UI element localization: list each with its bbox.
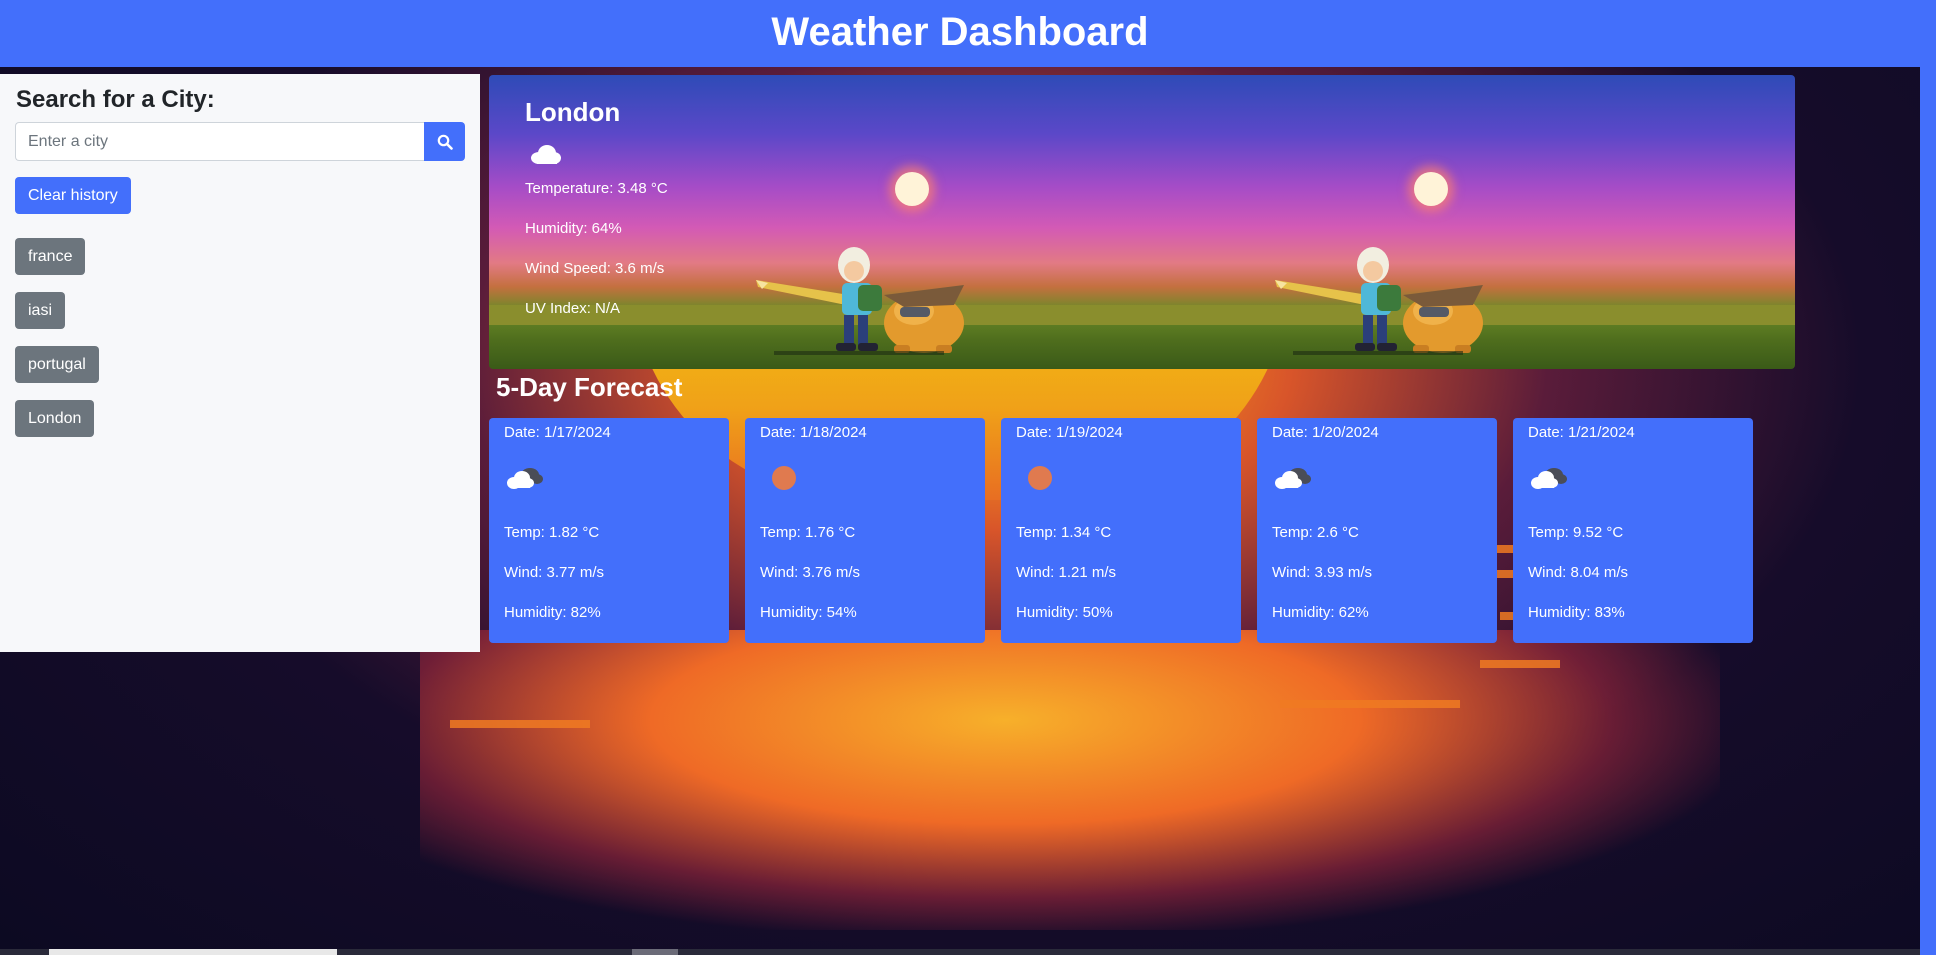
broken-clouds-icon xyxy=(1528,449,1738,507)
current-city-name: London xyxy=(525,97,621,127)
forecast-humidity: Humidity: 83% xyxy=(1528,604,1625,621)
forecast-humidity: Humidity: 62% xyxy=(1272,604,1369,621)
forecast-temp: Temp: 1.76 °C xyxy=(760,524,856,541)
current-weather-card: London Temperature: 3.48 °C Humidity: 64… xyxy=(489,75,1795,369)
history-item-london[interactable]: London xyxy=(15,400,95,437)
current-temperature: Temperature: 3.48 °C xyxy=(525,180,668,197)
forecast-card: Date: 1/21/2024 Temp: 9.52 °C Wind: 8.04… xyxy=(1513,418,1753,643)
forecast-card: Date: 1/17/2024 Temp: 1.82 °C Wind: 3.77… xyxy=(489,418,729,643)
clear-history-button[interactable]: Clear history xyxy=(15,177,131,214)
current-uv-index: UV Index: N/A xyxy=(525,300,621,317)
scrollbar-thumb[interactable] xyxy=(49,949,337,955)
forecast-temp: Temp: 2.6 °C xyxy=(1272,524,1359,541)
forecast-cards: Date: 1/17/2024 Temp: 1.82 °C Wind: 3.77… xyxy=(489,418,1769,643)
forecast-card: Date: 1/20/2024 Temp: 2.6 °C Wind: 3.93 … xyxy=(1257,418,1497,643)
scene-sun-decoration xyxy=(1414,172,1448,206)
forecast-humidity: Humidity: 54% xyxy=(760,604,857,621)
page-header: Weather Dashboard xyxy=(0,0,1920,67)
broken-clouds-icon xyxy=(1272,449,1482,507)
reflection-stripe xyxy=(450,720,590,728)
history-item-iasi[interactable]: iasi xyxy=(15,292,66,329)
forecast-wind: Wind: 3.76 m/s xyxy=(760,564,861,581)
clear-sun-icon xyxy=(1016,449,1226,507)
scene-sun-decoration xyxy=(895,172,929,206)
forecast-wind: Wind: 3.93 m/s xyxy=(1272,564,1373,581)
page-title: Weather Dashboard xyxy=(771,10,1149,54)
search-history-list: france iasi portugal London xyxy=(15,238,465,437)
forecast-date: Date: 1/18/2024 xyxy=(760,424,867,441)
reflection-stripe xyxy=(1280,700,1460,708)
search-sidebar: Search for a City: Clear history france … xyxy=(0,74,480,652)
search-form xyxy=(15,122,465,161)
search-heading: Search for a City: xyxy=(16,86,215,113)
adventurer-with-dog-illustration xyxy=(1275,247,1483,355)
forecast-wind: Wind: 1.21 m/s xyxy=(1016,564,1117,581)
current-wind-speed: Wind Speed: 3.6 m/s xyxy=(525,260,665,277)
forecast-wind: Wind: 3.77 m/s xyxy=(504,564,605,581)
forecast-temp: Temp: 1.34 °C xyxy=(1016,524,1112,541)
forecast-temp: Temp: 1.82 °C xyxy=(504,524,600,541)
forecast-humidity: Humidity: 50% xyxy=(1016,604,1113,621)
background-sun-reflection xyxy=(420,630,1720,930)
scene-ground-decoration xyxy=(489,305,1795,325)
forecast-humidity: Humidity: 82% xyxy=(504,604,601,621)
forecast-heading: 5-Day Forecast xyxy=(496,372,683,402)
forecast-date: Date: 1/21/2024 xyxy=(1528,424,1635,441)
scrollbar-marker xyxy=(632,949,678,955)
search-button[interactable] xyxy=(424,122,465,161)
forecast-temp: Temp: 9.52 °C xyxy=(1528,524,1624,541)
city-search-input[interactable] xyxy=(15,122,424,161)
history-item-france[interactable]: france xyxy=(15,238,86,275)
current-weather-details: London Temperature: 3.48 °C Humidity: 64… xyxy=(525,95,668,329)
search-icon xyxy=(437,134,453,150)
forecast-card: Date: 1/19/2024 Temp: 1.34 °C Wind: 1.21… xyxy=(1001,418,1241,643)
adventurer-with-dog-illustration xyxy=(756,247,964,355)
forecast-card: Date: 1/18/2024 Temp: 1.76 °C Wind: 3.76… xyxy=(745,418,985,643)
forecast-wind: Wind: 8.04 m/s xyxy=(1528,564,1629,581)
reflection-stripe xyxy=(1480,660,1560,668)
cloud-icon xyxy=(525,137,565,169)
clear-sun-icon xyxy=(760,449,970,507)
broken-clouds-icon xyxy=(504,449,714,507)
window-edge xyxy=(1920,0,1936,955)
history-item-portugal[interactable]: portugal xyxy=(15,346,99,383)
forecast-date: Date: 1/20/2024 xyxy=(1272,424,1379,441)
forecast-date: Date: 1/17/2024 xyxy=(504,424,611,441)
forecast-date: Date: 1/19/2024 xyxy=(1016,424,1123,441)
current-humidity: Humidity: 64% xyxy=(525,220,622,237)
